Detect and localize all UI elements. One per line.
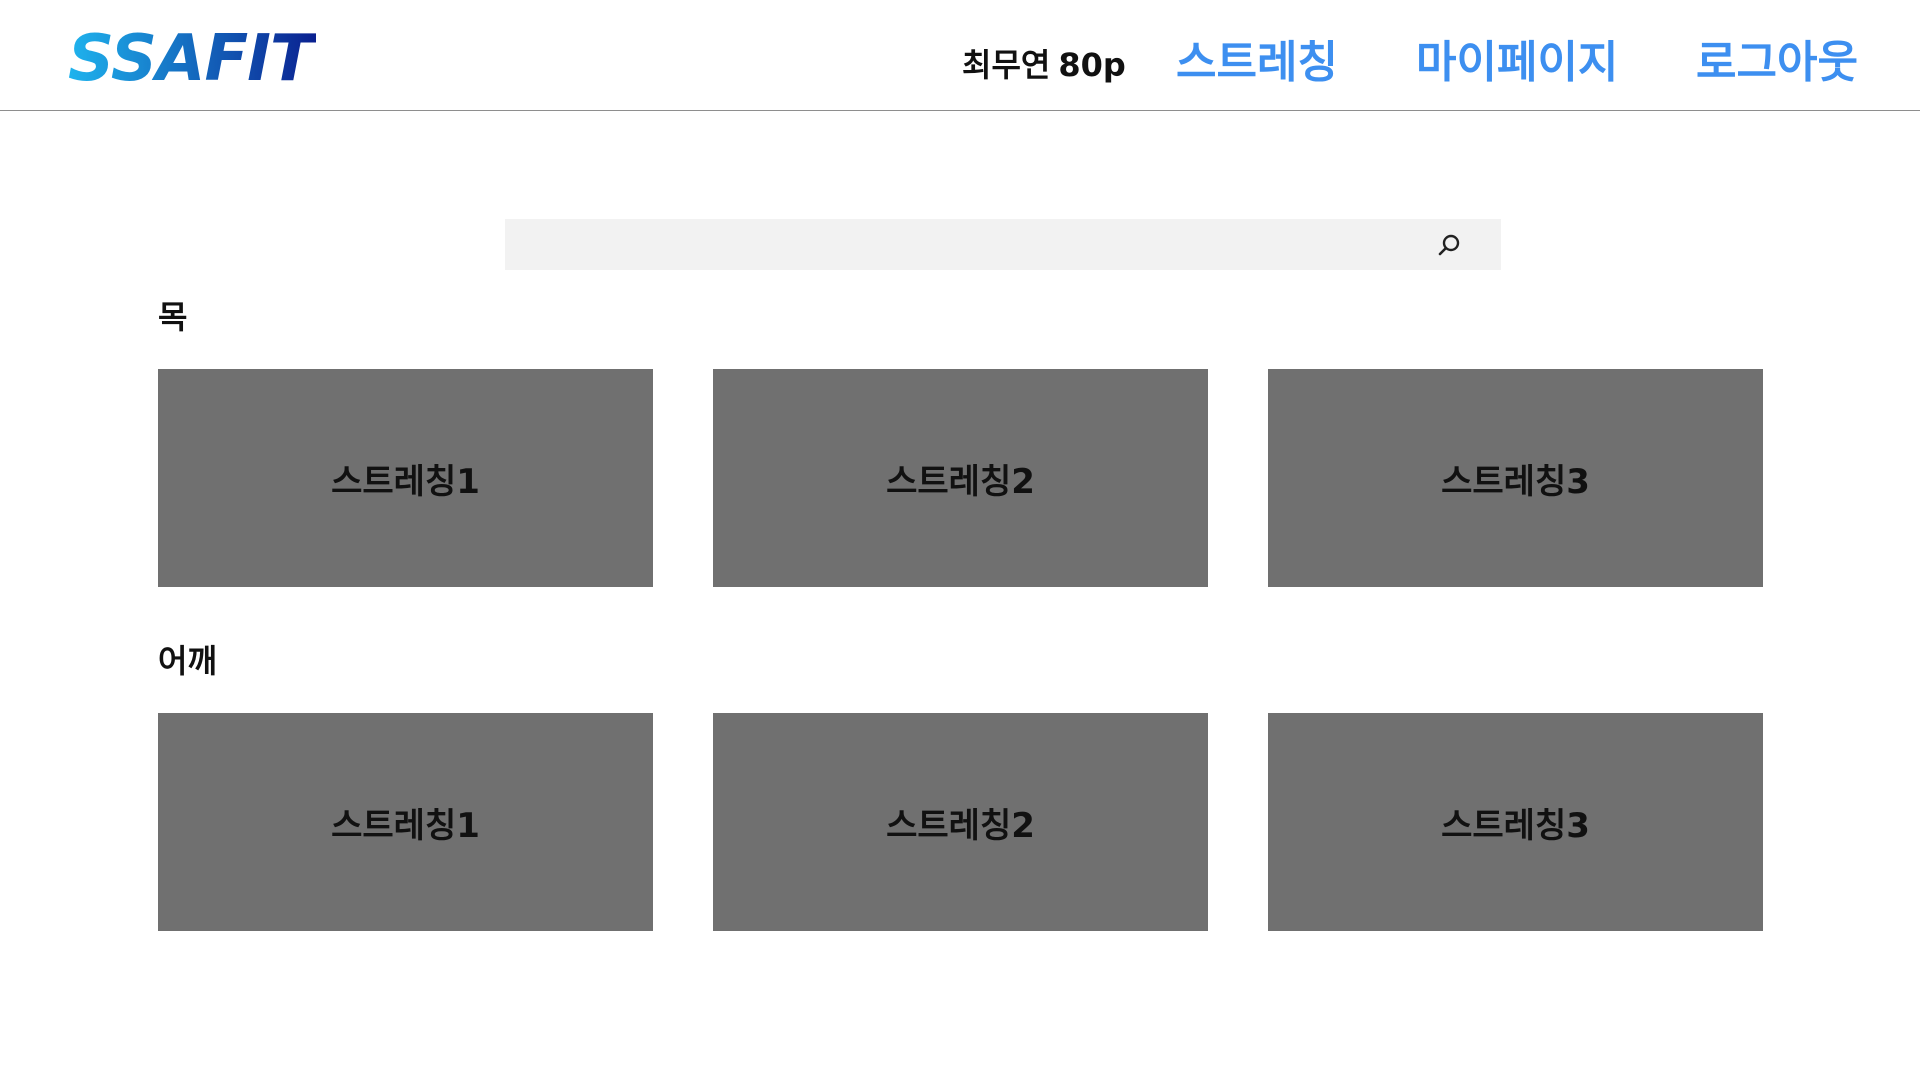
stretch-card[interactable]: 스트레칭3: [1268, 369, 1763, 587]
stretch-card[interactable]: 스트레칭1: [158, 369, 653, 587]
card-label: 스트레칭1: [331, 805, 480, 846]
search-icon[interactable]: [1435, 231, 1463, 259]
nav-mypage-link[interactable]: 마이페이지: [1416, 26, 1618, 90]
stretch-card[interactable]: 스트레칭3: [1268, 713, 1763, 931]
card-label: 스트레칭2: [886, 805, 1035, 846]
section-title-neck: 목: [158, 298, 188, 336]
card-label: 스트레칭2: [886, 461, 1035, 502]
user-points: 80p: [1058, 46, 1126, 84]
section-title-shoulder: 어깨: [158, 642, 217, 680]
nav-stretching-link[interactable]: 스트레칭: [1176, 26, 1338, 90]
nav-logout-link[interactable]: 로그아웃: [1696, 26, 1858, 90]
card-label: 스트레칭3: [1441, 461, 1590, 502]
user-name: 최무연: [962, 46, 1051, 84]
user-info: 최무연 80p: [962, 40, 1126, 86]
logo-text: SSAFIT: [68, 22, 316, 90]
card-label: 스트레칭3: [1441, 805, 1590, 846]
stretch-card[interactable]: 스트레칭2: [713, 713, 1208, 931]
search-input[interactable]: [505, 219, 1435, 270]
search-bar: [505, 219, 1501, 270]
stretch-card[interactable]: 스트레칭2: [713, 369, 1208, 587]
ssafit-logo[interactable]: SSAFIT: [66, 20, 316, 90]
stretch-card[interactable]: 스트레칭1: [158, 713, 653, 931]
top-header: SSAFIT 최무연 80p 스트레칭 마이페이지 로그아웃: [0, 0, 1920, 111]
card-label: 스트레칭1: [331, 461, 480, 502]
